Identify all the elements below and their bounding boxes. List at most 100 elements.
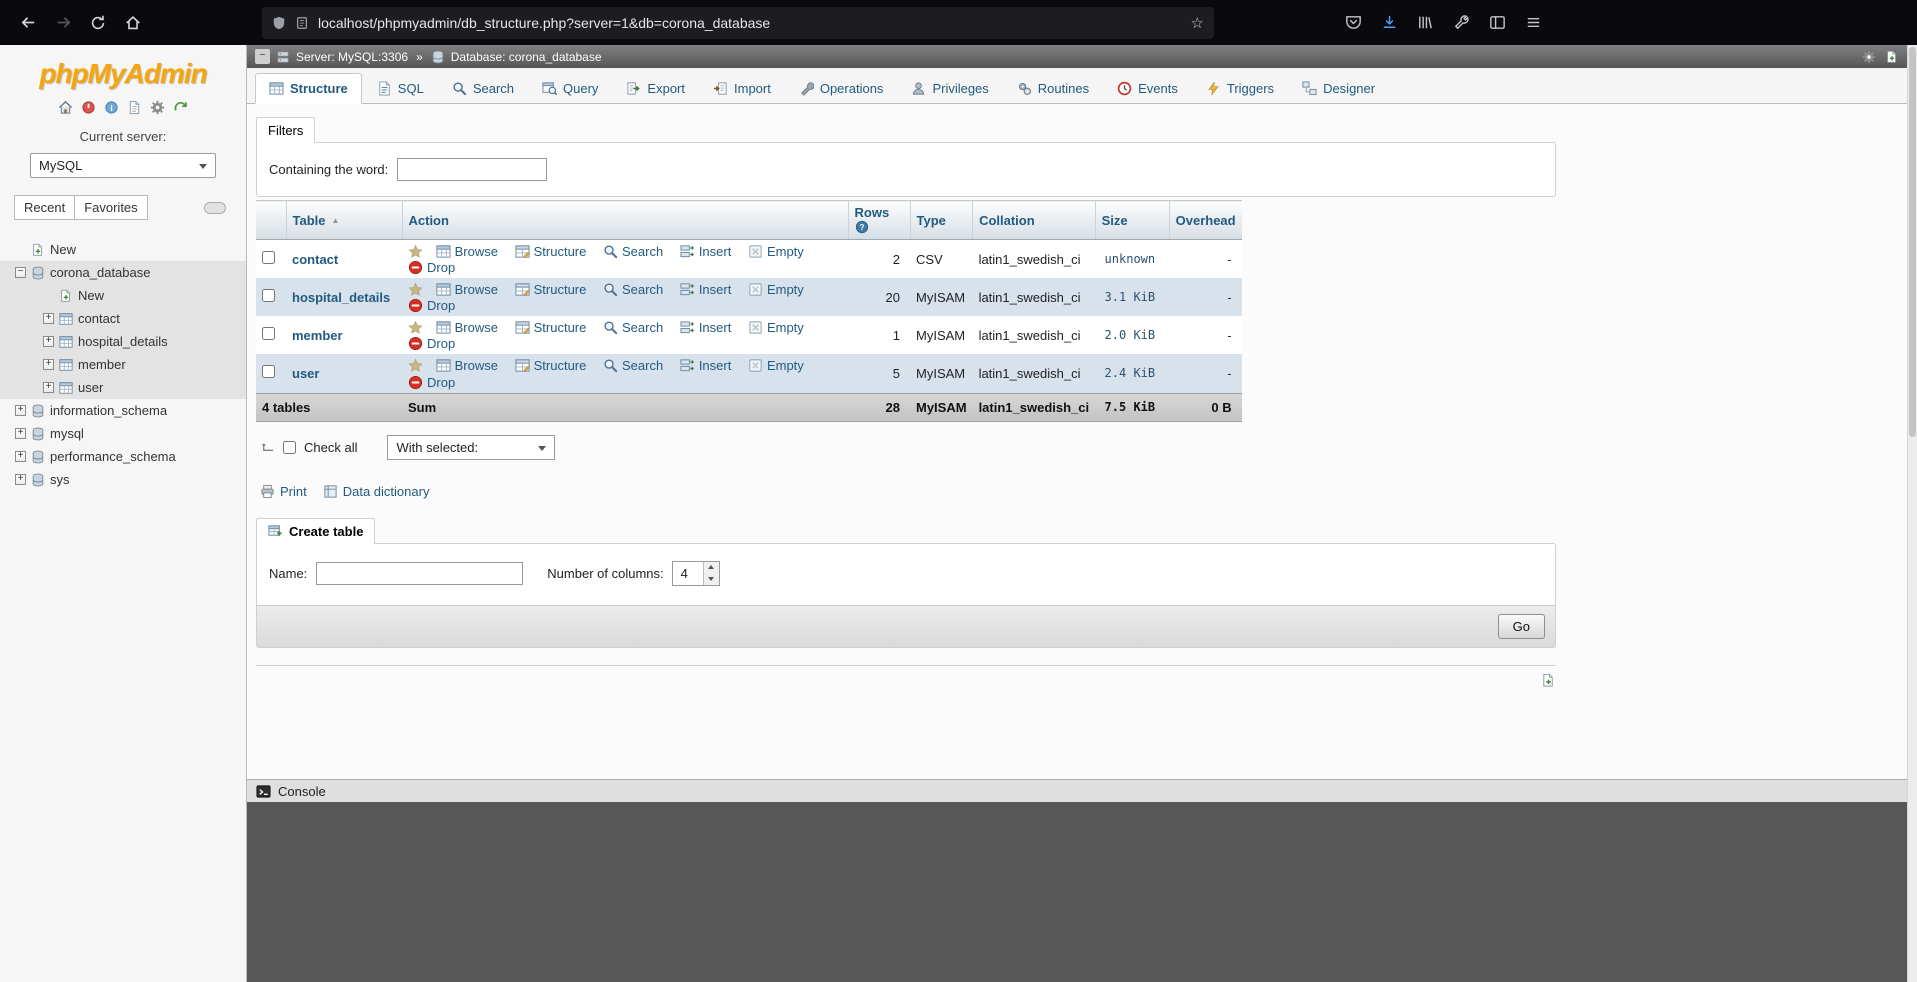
structure-link[interactable]: Structure bbox=[515, 358, 586, 373]
new-window-icon[interactable] bbox=[1541, 673, 1556, 688]
pocket-icon[interactable] bbox=[1344, 13, 1363, 32]
plus-box-icon[interactable] bbox=[15, 451, 26, 462]
back-button[interactable] bbox=[12, 8, 44, 38]
header-table[interactable]: Table bbox=[286, 200, 403, 240]
check-all-checkbox[interactable] bbox=[283, 440, 296, 454]
menu-icon[interactable] bbox=[1524, 13, 1543, 32]
sidebar-panel-icon[interactable] bbox=[1488, 13, 1507, 32]
tab-routines[interactable]: Routines bbox=[1004, 74, 1102, 103]
server-select[interactable]: MySQL bbox=[30, 153, 216, 178]
favorites-tab[interactable]: Favorites bbox=[75, 195, 148, 220]
panel-toggle-button[interactable] bbox=[255, 49, 270, 64]
logout-icon[interactable] bbox=[81, 100, 96, 115]
sidebar-item-information-schema[interactable]: information_schema bbox=[0, 399, 246, 422]
check-all-label[interactable]: Check all bbox=[304, 440, 357, 455]
row-checkbox[interactable] bbox=[262, 365, 275, 379]
header-overhead[interactable]: Overhead bbox=[1169, 200, 1242, 240]
collation-value[interactable]: latin1_swedish_ci bbox=[972, 354, 1096, 393]
search-link[interactable]: Search bbox=[603, 244, 663, 259]
console-bar[interactable]: Console bbox=[247, 779, 1907, 802]
sidebar-item-sys[interactable]: sys bbox=[0, 468, 246, 491]
drop-link[interactable]: Drop bbox=[408, 336, 455, 351]
sidebar-item-new-database[interactable]: New bbox=[0, 238, 246, 261]
breadcrumb-server-link[interactable]: Server: MySQL:3306 bbox=[296, 50, 408, 64]
docs-icon[interactable] bbox=[127, 100, 142, 115]
shield-icon[interactable] bbox=[272, 16, 286, 30]
structure-link[interactable]: Structure bbox=[515, 244, 586, 259]
header-size[interactable]: Size bbox=[1095, 200, 1170, 240]
tab-triggers[interactable]: Triggers bbox=[1193, 74, 1287, 103]
tab-import[interactable]: Import bbox=[700, 74, 784, 103]
forward-button[interactable] bbox=[47, 8, 79, 38]
data-dictionary-link[interactable]: Data dictionary bbox=[323, 484, 429, 499]
scrollbar-thumb[interactable] bbox=[1909, 47, 1916, 437]
search-link[interactable]: Search bbox=[603, 320, 663, 335]
browse-link[interactable]: Browse bbox=[436, 244, 498, 259]
row-checkbox[interactable] bbox=[262, 289, 275, 303]
header-type[interactable]: Type bbox=[910, 200, 974, 240]
reload-button[interactable] bbox=[82, 8, 114, 38]
row-checkbox[interactable] bbox=[262, 251, 275, 265]
tab-sql[interactable]: SQL bbox=[364, 74, 437, 103]
with-selected-select[interactable]: With selected: bbox=[387, 434, 556, 460]
url-text[interactable]: localhost/phpmyadmin/db_structure.php?se… bbox=[318, 15, 1182, 31]
browse-link[interactable]: Browse bbox=[436, 320, 498, 335]
sidebar-item-new-table[interactable]: New bbox=[0, 284, 246, 307]
header-rows[interactable]: Rows bbox=[848, 200, 911, 240]
header-collation[interactable]: Collation bbox=[972, 200, 1096, 240]
plus-box-icon[interactable] bbox=[43, 382, 54, 393]
panel-collapse-handle[interactable] bbox=[204, 201, 226, 214]
spinner-down-icon[interactable] bbox=[703, 573, 719, 585]
browse-link[interactable]: Browse bbox=[436, 358, 498, 373]
plus-box-icon[interactable] bbox=[15, 405, 26, 416]
tab-operations[interactable]: Operations bbox=[786, 74, 897, 103]
collation-value[interactable]: latin1_swedish_ci bbox=[972, 316, 1096, 355]
console-label[interactable]: Console bbox=[278, 784, 326, 799]
insert-link[interactable]: Insert bbox=[680, 244, 731, 259]
plus-box-icon[interactable] bbox=[15, 428, 26, 439]
settings-gear-icon[interactable] bbox=[1862, 50, 1876, 64]
tab-structure[interactable]: Structure bbox=[255, 73, 362, 104]
plus-box-icon[interactable] bbox=[15, 474, 26, 485]
collation-value[interactable]: latin1_swedish_ci bbox=[972, 239, 1096, 279]
tab-export[interactable]: Export bbox=[613, 74, 698, 103]
recent-tab[interactable]: Recent bbox=[14, 195, 76, 220]
collation-value[interactable]: latin1_swedish_ci bbox=[972, 278, 1096, 317]
structure-link[interactable]: Structure bbox=[515, 282, 586, 297]
breadcrumb-database-link[interactable]: Database: corona_database bbox=[451, 50, 602, 64]
browse-link[interactable]: Browse bbox=[436, 282, 498, 297]
new-window-icon[interactable] bbox=[1885, 50, 1899, 64]
pma-home-icon[interactable] bbox=[58, 100, 73, 115]
minus-box-icon[interactable] bbox=[15, 267, 26, 278]
empty-link[interactable]: Empty bbox=[748, 358, 804, 373]
info-icon[interactable] bbox=[104, 100, 119, 115]
empty-link[interactable]: Empty bbox=[748, 320, 804, 335]
refresh-icon[interactable] bbox=[173, 100, 188, 115]
sidebar-item-mysql[interactable]: mysql bbox=[0, 422, 246, 445]
print-link[interactable]: Print bbox=[260, 484, 307, 499]
structure-link[interactable]: Structure bbox=[515, 320, 586, 335]
containing-word-input[interactable] bbox=[397, 158, 548, 181]
favorite-star-icon[interactable] bbox=[408, 282, 423, 297]
table-name-link[interactable]: contact bbox=[292, 252, 338, 267]
plus-box-icon[interactable] bbox=[43, 313, 54, 324]
sidebar-item-performance-schema[interactable]: performance_schema bbox=[0, 445, 246, 468]
row-checkbox[interactable] bbox=[262, 327, 275, 341]
help-icon[interactable] bbox=[855, 220, 869, 234]
plus-box-icon[interactable] bbox=[43, 336, 54, 347]
search-link[interactable]: Search bbox=[603, 358, 663, 373]
insert-link[interactable]: Insert bbox=[680, 358, 731, 373]
go-button[interactable]: Go bbox=[1497, 613, 1545, 639]
table-name-link[interactable]: user bbox=[292, 366, 319, 381]
insert-link[interactable]: Insert bbox=[680, 282, 731, 297]
drop-link[interactable]: Drop bbox=[408, 260, 455, 275]
columns-count-stepper[interactable]: 4 bbox=[671, 560, 720, 586]
page-scrollbar[interactable] bbox=[1907, 45, 1917, 982]
empty-link[interactable]: Empty bbox=[748, 282, 804, 297]
table-name-link[interactable]: member bbox=[292, 328, 343, 343]
download-icon[interactable] bbox=[1380, 13, 1399, 32]
plus-box-icon[interactable] bbox=[43, 359, 54, 370]
sidebar-item-member[interactable]: member bbox=[0, 353, 246, 376]
tab-privileges[interactable]: Privileges bbox=[898, 74, 1001, 103]
settings-gear-icon[interactable] bbox=[150, 100, 165, 115]
